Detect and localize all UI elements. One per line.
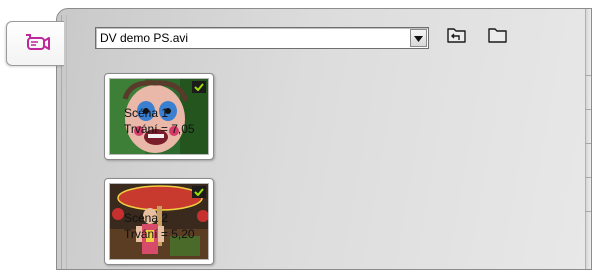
- scene-1-title: Scéna 1: [124, 106, 169, 120]
- edge-tick: [585, 177, 591, 178]
- open-folder-button[interactable]: [485, 25, 511, 47]
- scene-checked-icon: [192, 186, 206, 198]
- file-dropdown[interactable]: DV demo PS.avi: [95, 27, 429, 49]
- scene-2-title: Scéna 2: [124, 211, 169, 225]
- folder-up-icon: [446, 26, 468, 47]
- edge-tick: [585, 211, 591, 212]
- video-camera-icon: [21, 32, 51, 55]
- panel-right-scroll-edge[interactable]: [585, 9, 591, 269]
- scene-checked-icon: [192, 81, 206, 93]
- scene-1-duration: Trvání = 7,05: [124, 122, 195, 136]
- parent-folder-button[interactable]: [444, 25, 470, 47]
- folder-icon: [487, 26, 509, 47]
- file-dropdown-value: DV demo PS.avi: [100, 31, 189, 45]
- edge-tick: [585, 109, 591, 110]
- edge-tick: [585, 143, 591, 144]
- tab-video-scenes[interactable]: [6, 21, 64, 66]
- chevron-down-icon: [414, 31, 423, 45]
- edge-tick: [585, 75, 591, 76]
- scene-2-duration: Trvání = 5,20: [124, 227, 195, 241]
- dropdown-arrow-button[interactable]: [410, 29, 427, 47]
